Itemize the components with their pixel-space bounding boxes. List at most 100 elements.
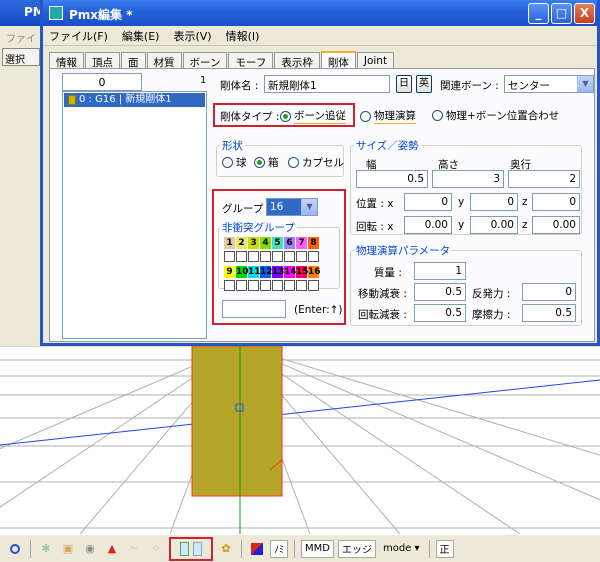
shape-group-title: 形状 [220, 138, 245, 153]
dialog-title: Pmx編集 * [69, 8, 133, 22]
name-input[interactable]: 新規剛体1 [264, 75, 390, 93]
triangle-icon[interactable]: ▲ [103, 540, 121, 558]
rigid-body-icon [68, 95, 76, 105]
group-number-14: 14 [284, 266, 297, 278]
type-radio-physics[interactable]: 物理演算 [360, 108, 416, 124]
group-number-10: 10 [236, 266, 249, 278]
shape-radio-capsule[interactable]: カプセル [288, 155, 344, 170]
palette-icon[interactable]: ✿ [217, 540, 235, 558]
main-select-button[interactable]: 選択 [2, 48, 40, 66]
group-number-5: 5 [272, 237, 283, 249]
rotation-x-input[interactable]: 0.00 [404, 216, 452, 234]
sei-button[interactable]: 正 [435, 539, 454, 558]
grid-icon[interactable]: ⁘ [147, 540, 165, 558]
friction-input[interactable]: 0.5 [522, 304, 576, 322]
radio-dot-icon [288, 157, 299, 168]
group-select[interactable]: 16 ▼ [266, 198, 318, 216]
close-button[interactable]: X [574, 3, 595, 24]
toolbar-separator [30, 539, 31, 558]
lang-en-button[interactable]: 英 [416, 75, 432, 93]
no-collision-checkbox-8[interactable] [308, 251, 319, 262]
rot-damp-input[interactable]: 0.5 [414, 304, 466, 322]
physics-group-title: 物理演算パラメータ [354, 243, 453, 258]
mode-dropdown[interactable]: mode ▾ [380, 540, 423, 558]
list-item[interactable]: 0 : G16 | 新規剛体1 [64, 93, 205, 107]
menu-info[interactable]: 情報(I) [226, 28, 260, 44]
no-collision-title: 非衝突グループ [220, 220, 297, 235]
nomi-button[interactable]: ﾉﾐ [270, 539, 288, 558]
rigid-body-list[interactable]: 0 : G16 | 新規剛体1 [62, 91, 207, 339]
no-collision-checkbox-6[interactable] [284, 251, 295, 262]
mass-input[interactable]: 1 [414, 262, 466, 280]
no-collision-checkbox-13[interactable] [272, 280, 283, 291]
rotation-y-label: y [458, 219, 465, 231]
toolbar-separator [294, 539, 295, 558]
shape-radio-sphere[interactable]: 球 [222, 155, 247, 170]
depth-input[interactable]: 2 [508, 170, 580, 188]
edge-button[interactable]: エッジ [337, 539, 376, 558]
no-collision-checkbox-7[interactable] [296, 251, 307, 262]
position-x-input[interactable]: 0 [404, 193, 452, 211]
no-collision-checkbox-5[interactable] [272, 251, 283, 262]
no-collision-checkbox-1[interactable] [224, 251, 235, 262]
rotation-y-input[interactable]: 0.00 [470, 216, 518, 234]
position-y-input[interactable]: 0 [470, 193, 518, 211]
vertex-icon[interactable]: ✱ [37, 540, 55, 558]
group-number-3: 3 [248, 237, 259, 249]
no-collision-checkbox-14[interactable] [284, 280, 295, 291]
no-collision-checkbox-2[interactable] [236, 251, 247, 262]
menu-view[interactable]: 表示(V) [173, 28, 211, 44]
height-input[interactable]: 3 [432, 170, 504, 188]
position-z-label: z [522, 196, 528, 208]
related-bone-select[interactable]: センター ▼ [504, 75, 594, 93]
shape-radio-box[interactable]: 箱 [254, 155, 279, 170]
no-collision-checkbox-3[interactable] [248, 251, 259, 262]
wire-icon[interactable]: 〜 [125, 540, 143, 558]
group-row2-checkboxes [224, 280, 319, 291]
no-collision-checkbox-10[interactable] [236, 280, 247, 291]
toolbar-separator [241, 539, 242, 558]
maximize-button[interactable]: □ [551, 3, 572, 24]
chevron-down-icon[interactable]: ▼ [577, 76, 593, 92]
toolbar-separator [428, 539, 430, 558]
rotation-z-label: z [522, 219, 528, 231]
rotation-z-input[interactable]: 0.00 [532, 216, 580, 234]
main-file-menu[interactable]: ファイ [2, 28, 40, 46]
group-number-12: 12 [260, 266, 273, 278]
no-collision-checkbox-16[interactable] [308, 280, 319, 291]
type-option-label: 物理+ボーン位置合わせ [446, 110, 560, 122]
circle-icon[interactable]: ◉ [81, 540, 99, 558]
physics-on-icon[interactable] [180, 541, 189, 556]
physics-off-icon[interactable] [193, 541, 202, 556]
width-input[interactable]: 0.5 [356, 170, 428, 188]
type-radio-physics-bone[interactable]: 物理+ボーン位置合わせ [432, 108, 559, 123]
cube-icon[interactable]: ▣ [59, 540, 77, 558]
menu-file[interactable]: ファイル(F) [49, 28, 108, 44]
dialog-titlebar[interactable]: Pmx編集 * _ □ X [43, 0, 597, 26]
list-index-input[interactable]: 0 [62, 73, 142, 91]
target-icon[interactable] [6, 540, 24, 558]
menu-edit[interactable]: 編集(E) [122, 28, 160, 44]
type-radio-bone-follow[interactable]: ボーン追従 [280, 108, 346, 124]
no-collision-checkbox-9[interactable] [224, 280, 235, 291]
no-collision-checkbox-15[interactable] [296, 280, 307, 291]
position-z-input[interactable]: 0 [532, 193, 580, 211]
group-number-16: 16 [308, 266, 321, 278]
lang-jp-button[interactable]: 日 [396, 75, 412, 93]
no-collision-checkbox-11[interactable] [248, 280, 259, 291]
move-damp-input[interactable]: 0.5 [414, 283, 466, 301]
no-collision-checkbox-4[interactable] [260, 251, 271, 262]
no-collision-checkbox-12[interactable] [260, 280, 271, 291]
enter-input[interactable] [222, 300, 286, 318]
group-number-11: 11 [248, 266, 261, 278]
mmd-button[interactable]: MMD [301, 539, 334, 558]
enter-hint: (Enter:↑) [294, 304, 343, 316]
repulsion-input[interactable]: 0 [522, 283, 576, 301]
chevron-down-icon[interactable]: ▼ [301, 199, 317, 215]
minimize-button[interactable]: _ [528, 3, 549, 24]
mass-label: 質量 : [374, 267, 402, 279]
group-number-15: 15 [296, 266, 309, 278]
color-swatch-icon[interactable] [248, 540, 266, 558]
move-damp-label: 移動減衰 : [358, 288, 407, 300]
group-number-4: 4 [260, 237, 271, 249]
